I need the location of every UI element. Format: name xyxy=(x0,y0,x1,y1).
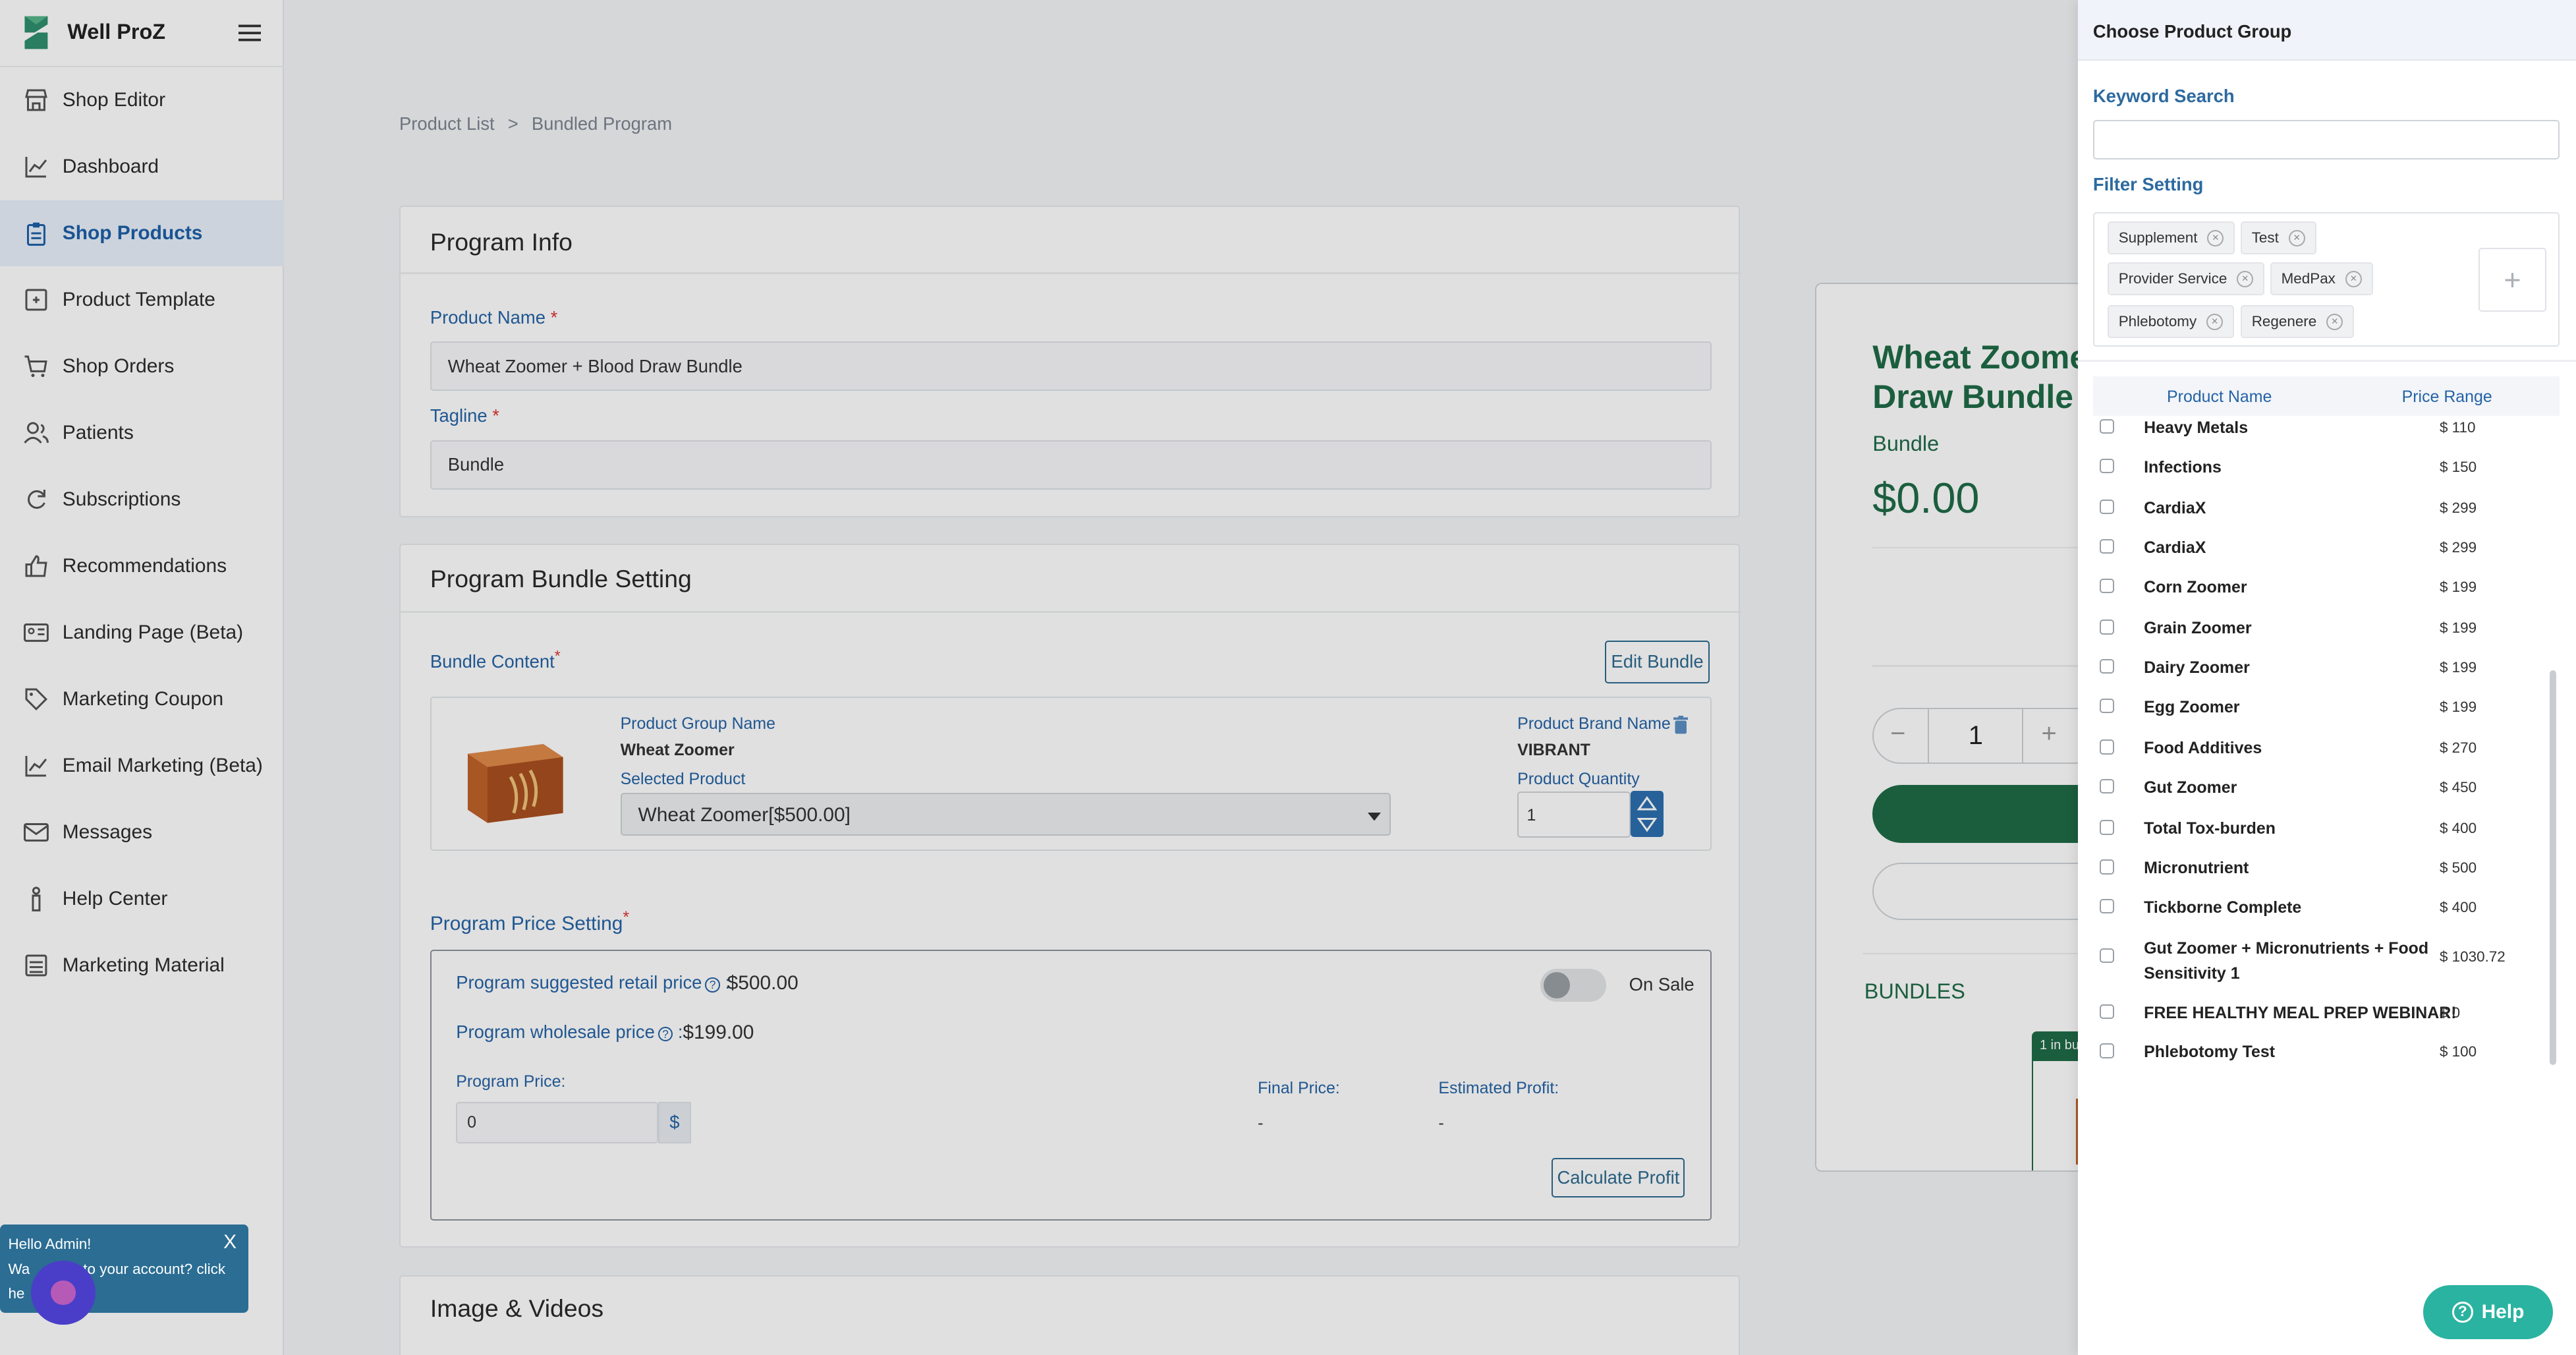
product-name: Gut Zoomer + Micronutrients + Food Sensi… xyxy=(2144,939,2429,983)
row-checkbox[interactable] xyxy=(2099,820,2115,835)
row-checkbox[interactable] xyxy=(2099,859,2115,875)
filter-tag[interactable]: Regenere × xyxy=(2240,305,2355,339)
product-name: FREE HEALTHY MEAL PREP WEBINAR! xyxy=(2144,1003,2457,1022)
filter-setting-label: Filter Setting xyxy=(2092,174,2204,195)
product-price: $ 400 xyxy=(2439,820,2477,837)
product-price: $ 1030.72 xyxy=(2439,948,2506,965)
filter-tag[interactable]: Phlebotomy × xyxy=(2107,305,2235,339)
product-name: Egg Zoomer xyxy=(2144,697,2240,716)
product-price: $ 450 xyxy=(2439,778,2477,795)
product-price: $ 500 xyxy=(2439,859,2477,877)
filter-tag[interactable]: Provider Service × xyxy=(2107,262,2265,296)
col-product-name: Product Name xyxy=(2167,388,2272,407)
product-price: $ 270 xyxy=(2439,739,2477,757)
panel-header: Choose Product Group xyxy=(2078,0,2576,61)
row-checkbox[interactable] xyxy=(2099,898,2115,914)
chat-avatar-button[interactable] xyxy=(31,1260,96,1325)
product-price: $ 100 xyxy=(2439,1043,2477,1060)
product-name: Grain Zoomer xyxy=(2144,619,2252,638)
greeting-close-button[interactable]: X xyxy=(223,1231,237,1254)
row-checkbox[interactable] xyxy=(2099,1043,2115,1058)
greeting-title: Hello Admin! xyxy=(8,1236,92,1253)
product-price: $ 299 xyxy=(2439,500,2477,517)
keyword-search-label: Keyword Search xyxy=(2092,85,2235,106)
panel-title: Choose Product Group xyxy=(2092,21,2292,42)
row-checkbox[interactable] xyxy=(2099,458,2115,474)
row-checkbox[interactable] xyxy=(2099,739,2115,755)
row-checkbox[interactable] xyxy=(2099,778,2115,794)
remove-tag-icon[interactable]: × xyxy=(2207,229,2224,246)
row-checkbox[interactable] xyxy=(2099,578,2115,594)
product-price: $ 110 xyxy=(2439,418,2476,436)
product-name: Infections xyxy=(2144,457,2222,476)
row-checkbox[interactable] xyxy=(2099,948,2115,964)
avatar-dot xyxy=(51,1280,76,1305)
filter-tag[interactable]: MedPax × xyxy=(2270,262,2373,296)
remove-tag-icon[interactable]: × xyxy=(2345,270,2362,287)
product-price: $ 199 xyxy=(2439,578,2477,595)
product-name: Heavy Metals xyxy=(2144,418,2249,437)
row-checkbox[interactable] xyxy=(2099,500,2115,515)
help-label: Help xyxy=(2481,1301,2525,1323)
product-name: Dairy Zoomer xyxy=(2144,658,2250,677)
filter-tag[interactable]: Supplement × xyxy=(2107,221,2235,254)
product-name: Total Tox-burden xyxy=(2144,819,2276,838)
product-price: $ 400 xyxy=(2439,898,2477,915)
product-name: CardiaX xyxy=(2144,538,2206,557)
product-name: Phlebotomy Test xyxy=(2144,1043,2276,1062)
filter-tags-box: Supplement × Test × Provider Service × MedP… xyxy=(2092,212,2560,347)
product-price: $ 0 xyxy=(2439,1004,2461,1021)
product-name: Tickborne Complete xyxy=(2144,898,2302,917)
product-name: Food Additives xyxy=(2144,739,2262,758)
product-name: Corn Zoomer xyxy=(2144,577,2247,596)
row-checkbox[interactable] xyxy=(2099,1004,2115,1020)
row-checkbox[interactable] xyxy=(2099,418,2115,434)
greeting-line-2: he xyxy=(8,1284,25,1302)
product-name: Micronutrient xyxy=(2144,859,2249,878)
product-price: $ 199 xyxy=(2439,658,2477,676)
help-button[interactable]: ? Help xyxy=(2423,1284,2554,1340)
remove-tag-icon[interactable]: × xyxy=(2326,313,2343,330)
filter-tag[interactable]: Test × xyxy=(2240,221,2316,254)
product-price: $ 199 xyxy=(2439,620,2477,637)
keyword-search-input[interactable] xyxy=(2092,120,2560,159)
product-price: $ 150 xyxy=(2439,458,2477,475)
product-price: $ 199 xyxy=(2439,698,2477,715)
divider xyxy=(2078,360,2576,362)
choose-product-group-panel: Choose Product Group Keyword Search Filt… xyxy=(2078,0,2576,1355)
product-list: Heavy Metals $ 110 Infections $ 150 CardiaX $… xyxy=(2078,416,2571,1073)
scrollbar-thumb[interactable] xyxy=(2550,670,2557,1065)
product-name: Gut Zoomer xyxy=(2144,778,2237,797)
product-price: $ 299 xyxy=(2439,538,2477,556)
row-checkbox[interactable] xyxy=(2099,658,2115,674)
row-checkbox[interactable] xyxy=(2099,538,2115,554)
add-filter-button[interactable]: + xyxy=(2478,248,2546,312)
row-checkbox[interactable] xyxy=(2099,698,2115,714)
product-name: CardiaX xyxy=(2144,499,2206,518)
help-icon: ? xyxy=(2451,1301,2474,1323)
remove-tag-icon[interactable]: × xyxy=(2206,313,2224,330)
table-header: Product Name Price Range xyxy=(2092,376,2560,416)
remove-tag-icon[interactable]: × xyxy=(2288,229,2305,246)
remove-tag-icon[interactable]: × xyxy=(2237,270,2254,287)
row-checkbox[interactable] xyxy=(2099,620,2115,635)
col-price-range: Price Range xyxy=(2401,388,2492,407)
